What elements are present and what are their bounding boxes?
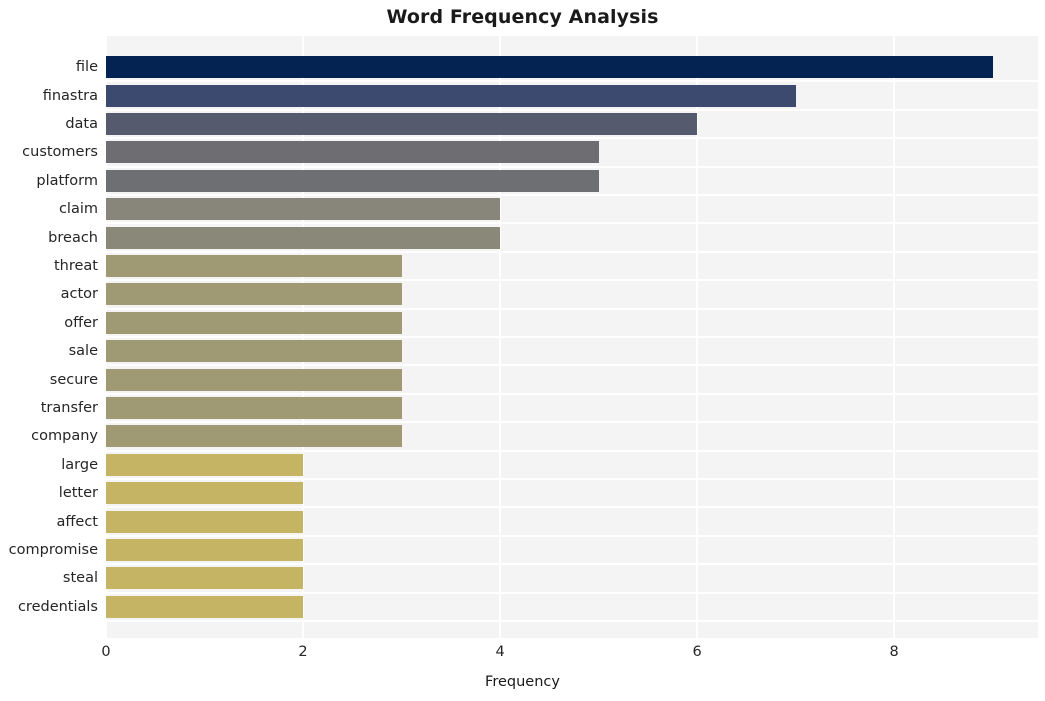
x-axis-label: Frequency bbox=[485, 674, 560, 690]
x-tick-label: 6 bbox=[692, 644, 702, 660]
x-tick-label: 8 bbox=[889, 644, 899, 660]
chart-figure: Word Frequency Analysis file finastra data… bbox=[0, 0, 1045, 701]
y-tick-label: large bbox=[61, 456, 98, 473]
y-tick-label: steal bbox=[62, 570, 98, 587]
y-tick-label: threat bbox=[53, 258, 98, 274]
y-tick-label: actor bbox=[60, 286, 98, 303]
x-axis-tick-labels: 0 2 4 6 8 bbox=[0, 644, 1045, 670]
y-tick-label: offer bbox=[64, 314, 98, 331]
y-tick-label: breach bbox=[48, 229, 98, 246]
y-tick-label: file bbox=[75, 59, 98, 76]
y-tick-label: transfer bbox=[40, 399, 98, 416]
y-tick-label: affect bbox=[56, 513, 98, 530]
y-tick-label: secure bbox=[49, 371, 98, 388]
y-tick-label: claim bbox=[58, 201, 98, 218]
y-tick-label: data bbox=[65, 116, 98, 133]
y-tick-label: letter bbox=[58, 485, 98, 502]
chart-title: Word Frequency Analysis bbox=[386, 6, 659, 28]
x-tick-label: 2 bbox=[298, 644, 308, 660]
y-tick-label: platform bbox=[36, 172, 98, 189]
y-tick-label: finastra bbox=[42, 87, 98, 104]
y-tick-label: compromise bbox=[8, 541, 98, 558]
y-axis-tick-labels: file finastra data customers platform claim br… bbox=[0, 36, 1045, 638]
y-tick-label: sale bbox=[68, 343, 98, 360]
y-tick-label: customers bbox=[22, 144, 98, 161]
x-tick-label: 4 bbox=[495, 644, 505, 660]
x-tick-label: 0 bbox=[101, 644, 111, 660]
y-tick-label: credentials bbox=[17, 598, 98, 615]
y-tick-label: company bbox=[31, 428, 98, 445]
